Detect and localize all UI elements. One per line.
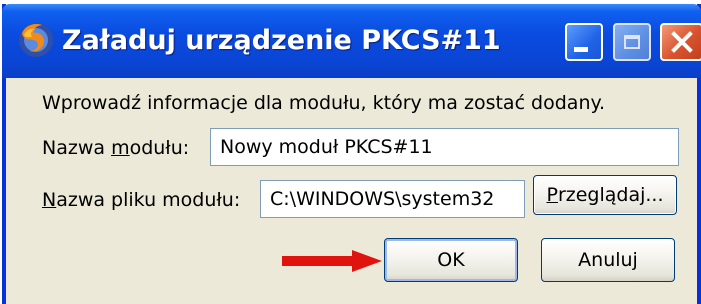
module-name-input[interactable]: Nowy moduł PKCS#11 [210, 128, 679, 166]
intro-text: Wprowadź informacje dla modułu, który ma… [42, 92, 606, 114]
browse-button-mnemonic: P [546, 184, 558, 206]
cancel-button[interactable]: Anuluj [541, 238, 675, 282]
browse-button-label: rzeglądaj... [557, 184, 664, 206]
title-bar[interactable]: Załaduj urządzenie PKCS#11 [2, 4, 701, 78]
close-icon [670, 31, 693, 53]
arrow-head [352, 250, 382, 272]
minimize-icon [574, 46, 588, 52]
close-button[interactable] [660, 23, 701, 61]
firefox-icon [19, 23, 53, 57]
red-arrow-annotation [282, 250, 382, 272]
maximize-icon [624, 35, 640, 49]
module-file-label-mnemonic: N [42, 189, 57, 211]
module-file-input[interactable]: C:\WINDOWS\system32 [260, 180, 525, 218]
ok-button[interactable]: OK [384, 238, 518, 282]
module-file-label-rest: azwa pliku modułu: [56, 189, 241, 211]
module-name-label-mnemonic: m [111, 137, 130, 159]
window-title: Załaduj urządzenie PKCS#11 [62, 25, 501, 56]
module-file-label: Nazwa pliku modułu: [42, 189, 240, 211]
module-name-label-prefix: Nazwa [42, 137, 112, 159]
browse-button[interactable]: Przeglądaj... [533, 175, 677, 215]
arrow-shaft [282, 256, 354, 266]
module-name-label: Nazwa modułu: [42, 137, 189, 159]
minimize-button[interactable] [565, 23, 603, 61]
module-name-label-rest: odułu: [129, 137, 190, 159]
maximize-button[interactable] [613, 23, 651, 61]
